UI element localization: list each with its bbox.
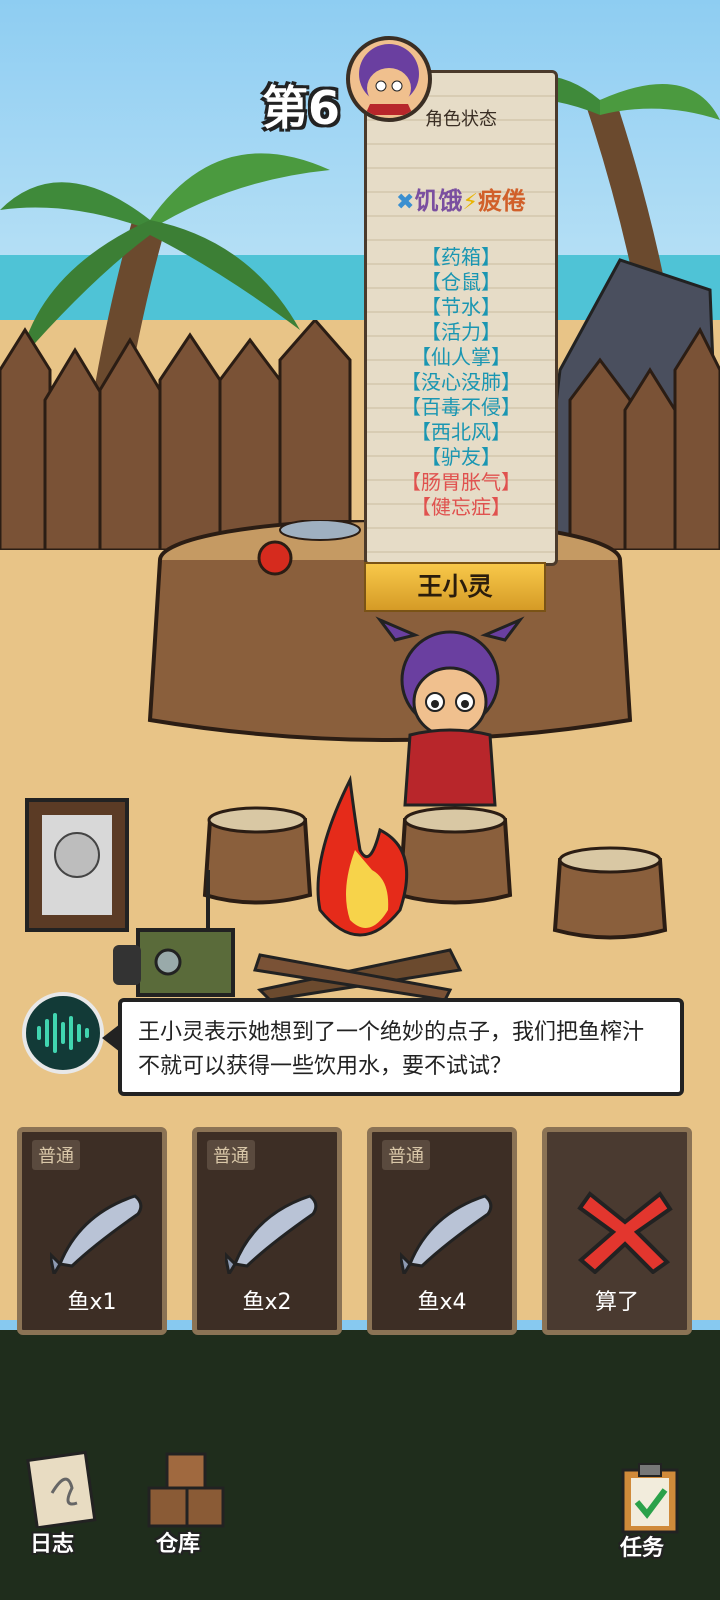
choice-fish-x4[interactable]: 普通 鱼x4 [367, 1127, 517, 1335]
fish-icon [400, 1194, 493, 1274]
choice-fish-x1[interactable]: 普通 鱼x1 [17, 1127, 167, 1335]
character-name-plate: 王小灵 [364, 562, 546, 612]
journal-icon [26, 1450, 97, 1530]
fish-icon [50, 1194, 143, 1274]
choice-label: 鱼x1 [67, 1290, 117, 1315]
rarity-tag: 普通 [382, 1140, 430, 1170]
wooden-fence [0, 320, 720, 550]
trait-item: 【活力】 [421, 320, 501, 344]
status-conditions: ✖饥饿⚡疲倦 [367, 181, 555, 216]
log-nav-label[interactable]: 日志 [30, 1526, 74, 1558]
tasks-nav-button[interactable] [615, 1460, 685, 1535]
trait-item-negative: 【肠胃胀气】 [401, 470, 521, 494]
trait-item: 【没心没肺】 [401, 370, 521, 394]
storage-nav-button[interactable] [145, 1450, 225, 1530]
fish-icon [225, 1194, 318, 1274]
condition-hunger: 饥饿 [414, 187, 463, 215]
trait-item: 【仙人掌】 [411, 345, 511, 369]
character-portrait-avatar[interactable] [346, 36, 432, 122]
trait-item: 【百毒不侵】 [401, 395, 521, 419]
character-status-panel: 角色状态 ✖饥饿⚡疲倦 【药箱】 【仓鼠】 【节水】 【活力】 【仙人掌】 【没… [364, 70, 558, 566]
crates-icon [147, 1452, 225, 1528]
radio-device [113, 870, 235, 997]
hunger-icon: ✖ [396, 190, 415, 215]
rarity-tag: 普通 [32, 1140, 80, 1170]
cross-icon [577, 1191, 673, 1274]
trait-item: 【驴友】 [421, 445, 501, 469]
trait-item: 【西北风】 [411, 420, 511, 444]
choice-fish-x2[interactable]: 普通 鱼x2 [192, 1127, 342, 1335]
choice-cancel[interactable]: 算了 [542, 1127, 692, 1335]
choice-label: 鱼x4 [417, 1290, 467, 1315]
clipboard-check-icon [621, 1463, 679, 1534]
campfire-logs [253, 948, 463, 1000]
condition-fatigue: 疲倦 [477, 187, 526, 215]
game-scene [0, 0, 720, 1600]
bushes-foreground [0, 1330, 720, 1600]
day-counter: 第6 [262, 81, 341, 135]
log-nav-button[interactable] [22, 1448, 102, 1530]
choice-label: 算了 [594, 1290, 639, 1315]
trait-item: 【药箱】 [421, 245, 501, 269]
fatigue-icon: ⚡ [462, 190, 478, 215]
trait-item-negative: 【健忘症】 [411, 495, 511, 519]
dialog-box: 王小灵表示她想到了一个绝妙的点子，我们把鱼榨汁不就可以获得一些饮用水，要不试试？ [118, 998, 684, 1096]
trait-list: 【药箱】 【仓鼠】 【节水】 【活力】 【仙人掌】 【没心没肺】 【百毒不侵】 … [367, 245, 555, 520]
trait-item: 【仓鼠】 [421, 270, 501, 294]
trait-item: 【节水】 [421, 295, 501, 319]
tasks-nav-label[interactable]: 任务 [620, 1530, 664, 1562]
voice-waveform-icon[interactable] [22, 992, 104, 1074]
rarity-tag: 普通 [207, 1140, 255, 1170]
storage-nav-label[interactable]: 仓库 [156, 1526, 200, 1558]
choice-label: 鱼x2 [242, 1290, 292, 1315]
small-stumps [202, 806, 668, 940]
